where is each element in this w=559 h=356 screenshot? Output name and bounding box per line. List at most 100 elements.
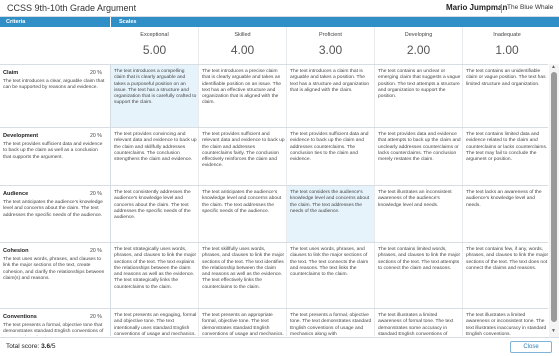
scrollbar-thumb[interactable] [551,72,557,322]
scales-header-label: Scales [119,18,137,25]
criterion-weight: 20 % [90,248,102,254]
scale-cell-text: The text contains limited words, phrases… [378,247,461,271]
scale-cell[interactable]: The text provides convincing and relevan… [111,128,199,185]
rubric-row-development: Development 20 % The text provides suffi… [0,127,548,185]
rubric-row-claim: Claim 20 % The text introduces a clear, … [0,64,548,127]
student-name: Mario Jumpman [446,3,508,12]
total-score: Total score: 3.6/5 [6,343,56,350]
scale-cell-text: The text provides sufficient data and ev… [290,132,369,163]
rubric-title: CCSS 9th-10th Grade Argument [7,3,137,13]
criterion-name: Conventions [3,314,37,320]
criterion-cell: Claim 20 % The text introduces a clear, … [0,65,111,127]
criterion-weight: 20 % [90,191,102,197]
rubric-rows: Claim 20 % The text introduces a clear, … [0,64,548,336]
criterion-cell: Development 20 % The text provides suffi… [0,128,111,185]
scale-cell-text: The text anticipates the audience's know… [202,190,282,214]
criterion-name: Claim [3,70,19,76]
scale-cell[interactable]: The text presents a formal, objective to… [287,309,375,336]
level-skilled: Skilled 4.00 [199,27,287,64]
scale-cell-text: The text introduces a compelling claim t… [114,69,197,106]
scale-cell[interactable]: The text introduces a compelling claim t… [111,65,199,127]
scale-cell[interactable]: The text anticipates the audience's know… [199,186,287,242]
scale-cell-text: The text presents an appropriate formal,… [202,313,284,336]
level-points: 2.00 [406,43,431,57]
scale-cell[interactable]: The text illustrates a limited awareness… [463,309,548,336]
scale-cell-text: The text consistently addresses the audi… [114,190,191,221]
scale-cell[interactable]: The text provides data and evidence that… [375,128,463,185]
scroll-down-icon[interactable]: ▼ [551,328,556,334]
scale-cell[interactable]: The text strategically uses words, phras… [111,243,199,308]
scale-cell-text: The text contains limited data and evide… [466,132,548,163]
criteria-header-label: Criteria [6,18,26,25]
criterion-weight: 20 % [90,314,102,320]
scale-cell-text: The text introduces a precise claim that… [202,69,282,106]
criterion-name: Audience [3,191,29,197]
scales-header: Scales [111,17,559,27]
level-inadequate: Inadequate 1.00 [463,27,551,64]
level-name: Inadequate [493,32,521,38]
scale-cell[interactable]: The text contains limited data and evide… [463,128,548,185]
criterion-description: The text provides sufficient data and ev… [3,142,103,160]
criterion-description: The text uses words, phrases, and clause… [3,257,105,281]
level-points: 3.00 [318,43,343,57]
scale-cell[interactable]: The text introduces a precise claim that… [199,65,287,127]
scale-cell[interactable]: The text contains few, if any, words, ph… [463,243,548,308]
scale-cell[interactable]: The text provides sufficient data and ev… [287,128,375,185]
scale-cell-text: The text provides sufficient and relevan… [202,132,285,169]
scale-cell[interactable]: The text illustrates a limited awareness… [375,309,463,336]
total-score-label: Total score: [6,343,40,350]
scale-cell[interactable]: The text introduces a claim that is argu… [287,65,375,127]
level-proficient: Proficient 3.00 [287,27,375,64]
criterion-name: Cohesion [3,248,29,254]
level-points: 5.00 [142,43,167,57]
scale-cell[interactable]: The text contains limited words, phrases… [375,243,463,308]
scale-cell-text: The text presents a formal, objective to… [290,313,372,336]
scale-cell[interactable]: The text contains an unidentifiable clai… [463,65,548,127]
scale-cell[interactable]: The text provides sufficient and relevan… [199,128,287,185]
level-points: 4.00 [230,43,255,57]
scale-cell-text: The text introduces a claim that is argu… [290,69,370,93]
criterion-cell: Audience 20 % The text anticipates the a… [0,186,111,242]
scale-cell[interactable]: The text uses words, phrases, and clause… [287,243,375,308]
rubric-row-audience: Audience 20 % The text anticipates the a… [0,185,548,242]
scale-cell[interactable]: The text lacks an awareness of the audie… [463,186,548,242]
top-bar: CCSS 9th-10th Grade Argument Mario Jumpm… [0,0,559,17]
scale-cell-text: The text provides data and evidence that… [378,132,461,163]
scale-cell[interactable]: The text presents an engaging, formal an… [111,309,199,336]
scale-cell[interactable]: The text illustrates an inconsistent awa… [375,186,463,242]
level-name: Developing [404,32,433,38]
total-score-value: 3.6 [41,343,51,350]
level-name: Proficient [319,32,342,38]
scale-cell[interactable]: The text considers the audience's knowle… [287,186,375,242]
level-exceptional: Exceptional 5.00 [111,27,199,64]
close-button[interactable]: Close [510,341,552,353]
scale-cell-text: The text provides convincing and relevan… [114,132,197,163]
total-score-max: /5 [50,343,56,350]
scale-cell[interactable]: The text consistently addresses the audi… [111,186,199,242]
criterion-description: The text presents a formal, objective to… [3,323,104,336]
level-points: 1.00 [495,43,519,57]
scroll-up-icon[interactable]: ▲ [551,64,556,70]
scale-cell-text: The text strategically uses words, phras… [114,247,197,290]
criterion-weight: 20 % [90,133,102,139]
criterion-weight: 20 % [90,70,102,76]
scale-cell-text: The text contains few, if any, words, ph… [466,247,548,271]
scale-cell[interactable]: The text contains an unclear or emerging… [375,65,463,127]
vertical-scrollbar[interactable]: ▲ ▼ [549,64,559,337]
level-name: Exceptional [140,32,169,38]
scale-cell-text: The text illustrates a limited awareness… [378,313,454,336]
scale-cell-text: The text skillfully uses words, phrases,… [202,247,285,290]
scale-levels: Exceptional 5.00 Skilled 4.00 Proficient… [111,27,548,64]
criterion-cell: Cohesion 20 % The text uses words, phras… [0,243,111,308]
scale-cell[interactable]: The text presents an appropriate formal,… [199,309,287,336]
level-developing: Developing 2.00 [375,27,463,64]
criterion-name: Development [3,133,39,139]
header-divider [501,4,502,13]
scale-cell-text: The text contains an unclear or emerging… [378,69,461,100]
scale-cell-text: The text illustrates an inconsistent awa… [378,190,452,208]
criterion-description: The text introduces a clear, arguable cl… [3,79,105,91]
rubric-row-conventions: Conventions 20 % The text presents a for… [0,308,548,336]
scale-cell[interactable]: The text skillfully uses words, phrases,… [199,243,287,308]
criteria-header: Criteria [0,17,110,27]
rubric-row-cohesion: Cohesion 20 % The text uses words, phras… [0,242,548,308]
